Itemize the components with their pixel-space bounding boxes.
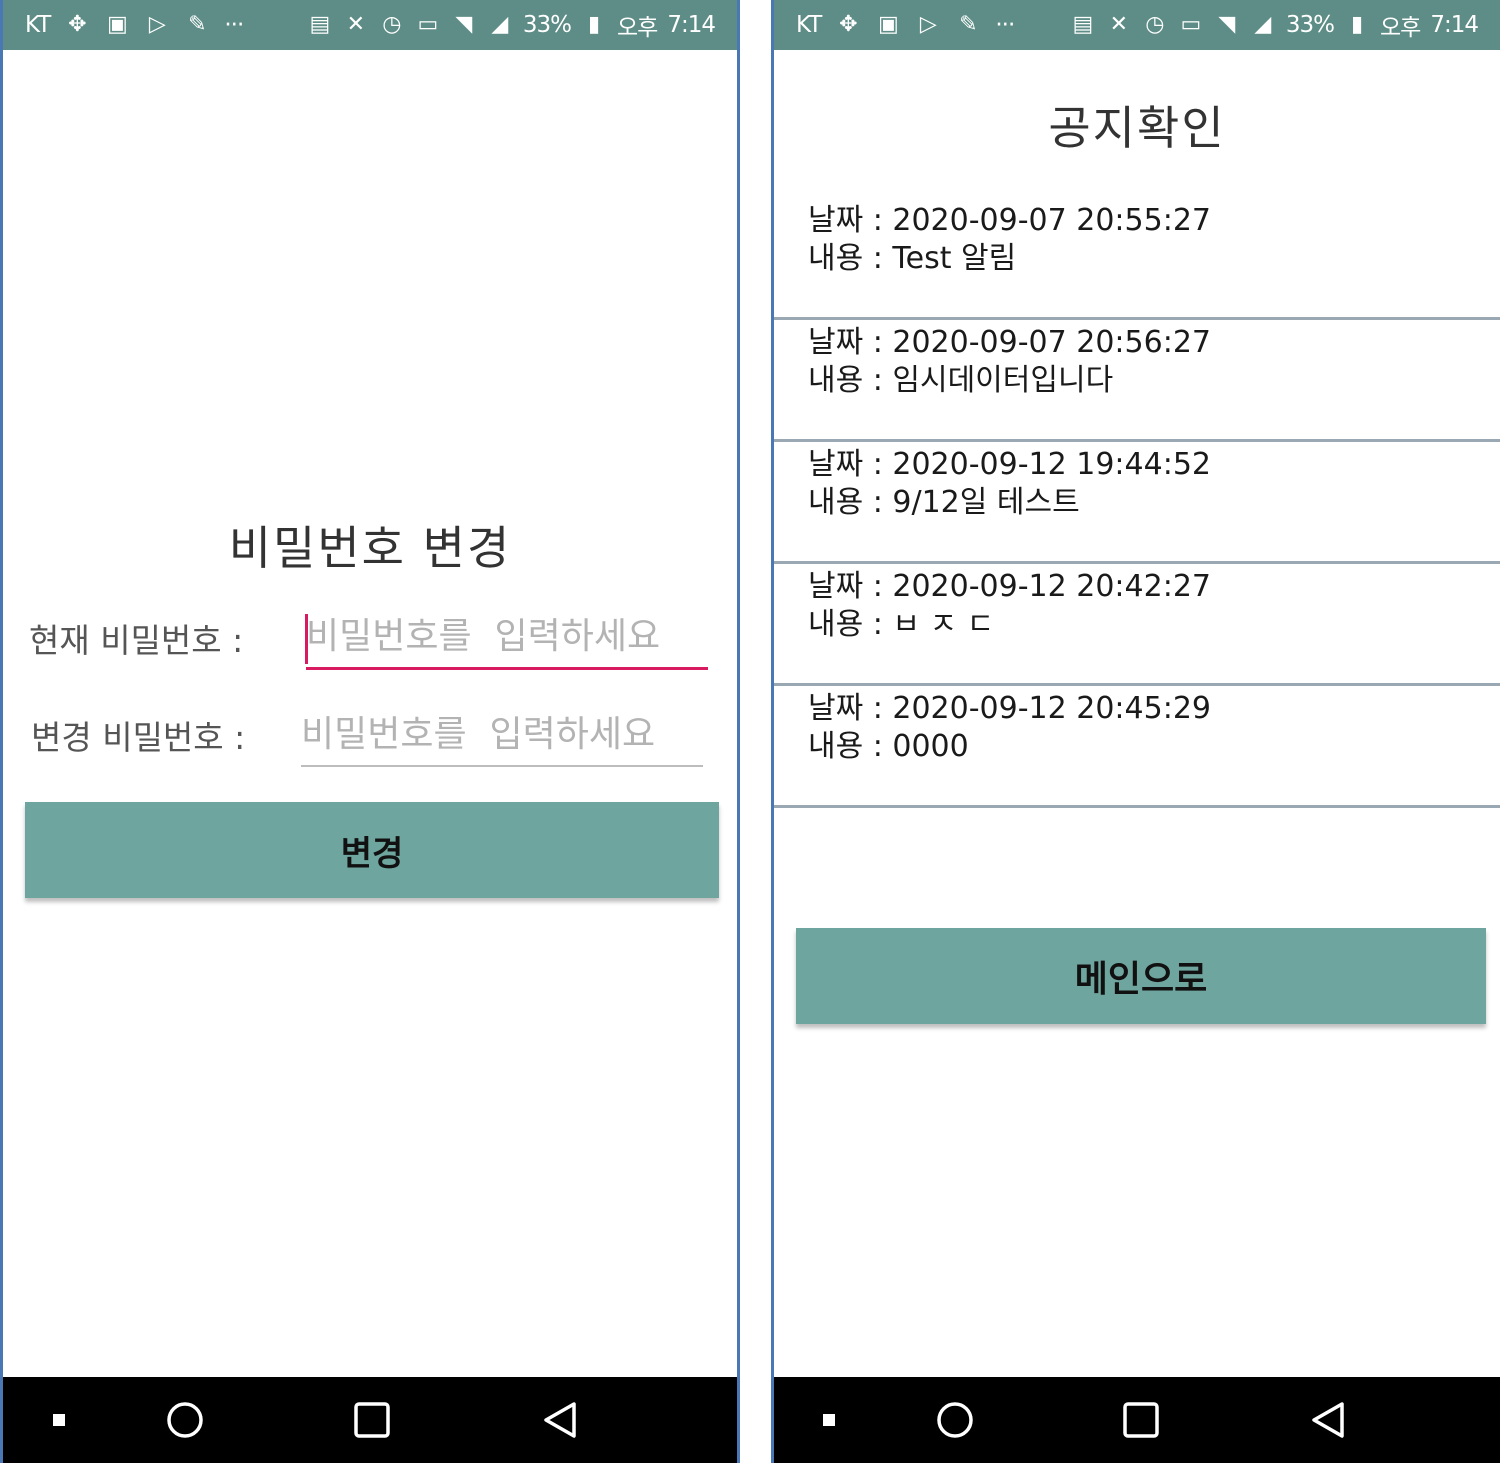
time-ampm: 오후 <box>617 15 658 41</box>
recents-dot-icon[interactable] <box>789 1377 869 1463</box>
back-icon[interactable] <box>1288 1377 1368 1463</box>
list-item[interactable]: 날짜 : 2020-09-07 20:56:27 내용 : 임시데이터입니다 <box>774 320 1500 442</box>
message-icon: ▭ <box>417 12 439 37</box>
location-icon: ✥ <box>839 12 858 37</box>
mute-icon: ✕ <box>1109 12 1129 37</box>
current-password-input[interactable] <box>306 612 708 670</box>
notice-content: 내용 : 0000 <box>808 729 969 764</box>
list-item[interactable]: 날짜 : 2020-09-12 19:44:52 내용 : 9/12일 테스트 <box>774 442 1500 564</box>
battery-icon: ▮ <box>1350 12 1364 37</box>
list-item[interactable]: 날짜 : 2020-09-12 20:45:29 내용 : 0000 <box>774 686 1500 808</box>
more-notifications-icon: ··· <box>995 12 1015 38</box>
overview-icon[interactable] <box>332 1377 412 1463</box>
signal-icon: ◢ <box>491 12 509 37</box>
notice-content: 내용 : Test 알림 <box>808 241 1017 276</box>
notice-content: 내용 : ㅂ ㅈ ㄷ <box>808 607 995 642</box>
wifi-icon: ◥ <box>1218 12 1236 37</box>
notice-content: 내용 : 임시데이터입니다 <box>808 363 1114 398</box>
new-password-input[interactable] <box>301 709 703 767</box>
more-notifications-icon: ··· <box>224 12 244 38</box>
mute-icon: ✕ <box>346 12 366 37</box>
message-icon: ▭ <box>1180 12 1202 37</box>
notice-date: 날짜 : 2020-09-12 20:45:29 <box>808 691 1211 726</box>
navigation-bar <box>774 1377 1500 1463</box>
notice-date: 날짜 : 2020-09-07 20:55:27 <box>808 203 1211 238</box>
clock: 7:14 <box>667 12 716 38</box>
current-password-label: 현재 비밀번호 : <box>29 621 244 660</box>
change-button[interactable]: 변경 <box>25 802 719 898</box>
list-item[interactable]: 날짜 : 2020-09-12 20:42:27 내용 : ㅂ ㅈ ㄷ <box>774 564 1500 686</box>
page-title: 비밀번호 변경 <box>228 521 512 575</box>
back-icon[interactable] <box>520 1377 600 1463</box>
navigation-bar <box>3 1377 737 1463</box>
battery-percent: 33% <box>1285 12 1335 38</box>
recents-dot-icon[interactable] <box>19 1377 99 1463</box>
home-icon[interactable] <box>915 1377 995 1463</box>
text-cursor <box>305 614 308 664</box>
alarm-icon: ◷ <box>382 12 402 37</box>
nfc-icon: ▤ <box>1072 12 1094 37</box>
list-item[interactable]: 날짜 : 2020-09-07 20:55:27 내용 : Test 알림 <box>774 198 1500 320</box>
carrier-label: KT <box>25 12 51 38</box>
home-icon[interactable] <box>145 1377 225 1463</box>
location-icon: ✥ <box>68 12 87 37</box>
go-to-main-button[interactable]: 메인으로 <box>796 928 1486 1024</box>
clip-icon: ✎ <box>959 12 978 37</box>
clip-icon: ✎ <box>188 12 207 37</box>
gallery-icon: ▣ <box>106 12 128 37</box>
time-ampm: 오후 <box>1380 15 1421 41</box>
play-store-icon: ▷ <box>148 12 166 37</box>
gallery-icon: ▣ <box>877 12 899 37</box>
wifi-icon: ◥ <box>455 12 473 37</box>
carrier-label: KT <box>796 12 822 38</box>
signal-icon: ◢ <box>1254 12 1272 37</box>
clock: 7:14 <box>1430 12 1479 38</box>
notice-content: 내용 : 9/12일 테스트 <box>808 485 1080 520</box>
notice-date: 날짜 : 2020-09-07 20:56:27 <box>808 325 1211 360</box>
new-password-label: 변경 비밀번호 : <box>31 718 246 757</box>
notice-list: 날짜 : 2020-09-07 20:55:27 내용 : Test 알림 날짜… <box>774 198 1500 808</box>
status-bar: KT ✥ ▣ ▷ ✎ ··· ▤ ✕ ◷ ▭ ◥ ◢ 33% ▮ 오후 7:14 <box>3 0 737 50</box>
battery-icon: ▮ <box>587 12 601 37</box>
nfc-icon: ▤ <box>309 12 331 37</box>
status-bar: KT ✥ ▣ ▷ ✎ ··· ▤ ✕ ◷ ▭ ◥ ◢ 33% ▮ 오후 7:14 <box>774 0 1500 50</box>
notice-date: 날짜 : 2020-09-12 19:44:52 <box>808 447 1211 482</box>
overview-icon[interactable] <box>1101 1377 1181 1463</box>
page-title: 공지확인 <box>1048 101 1226 155</box>
alarm-icon: ◷ <box>1145 12 1165 37</box>
battery-percent: 33% <box>522 12 572 38</box>
notice-screen: KT ✥ ▣ ▷ ✎ ··· ▤ ✕ ◷ ▭ ◥ ◢ 33% ▮ 오후 7:14… <box>771 0 1500 1463</box>
notice-date: 날짜 : 2020-09-12 20:42:27 <box>808 569 1211 604</box>
play-store-icon: ▷ <box>919 12 937 37</box>
password-change-screen: KT ✥ ▣ ▷ ✎ ··· ▤ ✕ ◷ ▭ ◥ ◢ 33% ▮ 오후 7:14… <box>0 0 740 1463</box>
